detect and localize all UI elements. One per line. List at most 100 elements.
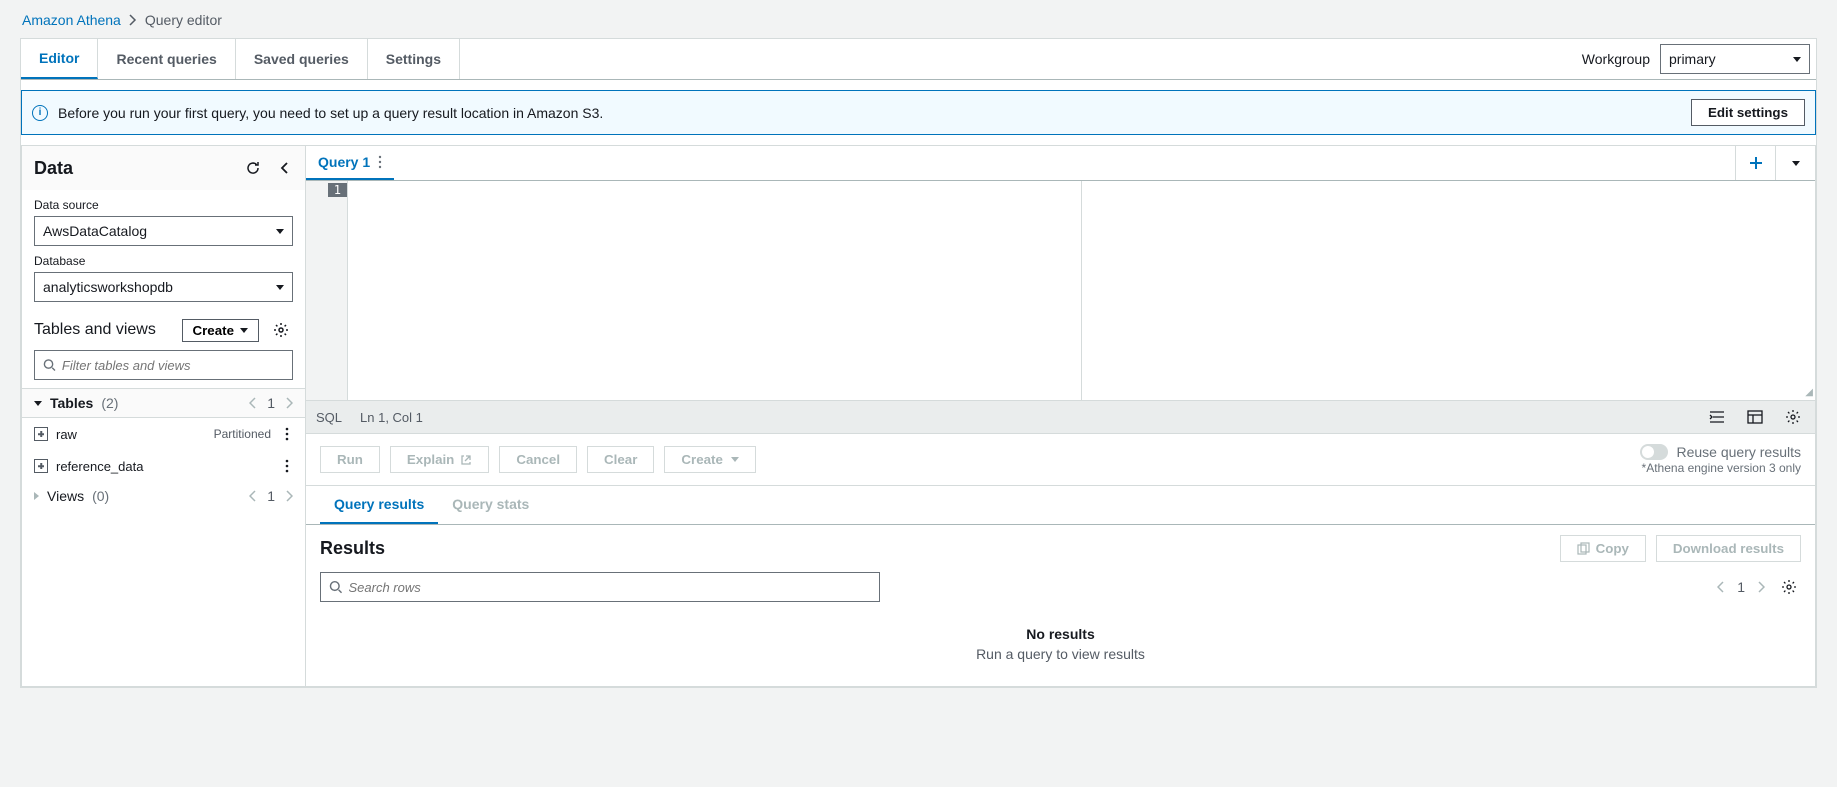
table-row[interactable]: raw Partitioned: [22, 418, 305, 450]
engine-note: *Athena engine version 3 only: [1642, 461, 1801, 475]
table-row[interactable]: reference_data: [22, 450, 305, 482]
caret-down-icon: [34, 401, 42, 406]
breadcrumb: Amazon Athena Query editor: [20, 0, 1817, 38]
collapse-sidebar-icon[interactable]: [275, 156, 293, 180]
database-label: Database: [34, 254, 293, 268]
views-count: (0): [92, 488, 109, 504]
code-editor[interactable]: 1 ◢: [306, 181, 1815, 401]
data-source-select[interactable]: AwsDataCatalog: [34, 216, 293, 246]
caret-down-icon: [276, 229, 284, 234]
workgroup-select[interactable]: primary: [1660, 44, 1810, 74]
tab-settings[interactable]: Settings: [368, 39, 460, 79]
tables-count: (2): [101, 395, 118, 411]
workgroup-value: primary: [1669, 51, 1716, 67]
kebab-icon[interactable]: [378, 155, 382, 169]
add-tab-button[interactable]: [1735, 146, 1775, 180]
chevron-left-icon[interactable]: [1717, 581, 1725, 593]
tab-overflow-button[interactable]: [1775, 146, 1815, 180]
search-icon: [329, 580, 343, 594]
tables-page: 1: [267, 395, 275, 411]
search-rows-field[interactable]: [349, 580, 872, 595]
create-button[interactable]: Create: [182, 319, 260, 342]
no-results-sub: Run a query to view results: [320, 646, 1801, 662]
refresh-icon[interactable]: [241, 156, 265, 180]
clear-button[interactable]: Clear: [587, 446, 654, 473]
main-panel: Editor Recent queries Saved queries Sett…: [20, 38, 1817, 688]
gear-icon[interactable]: [1777, 575, 1801, 599]
views-pager: 1: [249, 488, 293, 504]
kebab-icon[interactable]: [281, 455, 293, 477]
search-rows-input[interactable]: [320, 572, 880, 602]
tables-pager: 1: [249, 395, 293, 411]
tables-group[interactable]: Tables (2) 1: [22, 388, 305, 418]
editor-status-bar: SQL Ln 1, Col 1: [306, 401, 1815, 434]
workgroup-area: Workgroup primary: [1582, 44, 1816, 74]
query-tab-label: Query 1: [318, 154, 370, 170]
reuse-area: Reuse query results *Athena engine versi…: [1640, 444, 1801, 475]
download-results-button[interactable]: Download results: [1656, 535, 1801, 562]
chevron-right-icon[interactable]: [285, 490, 293, 502]
external-link-icon: [460, 454, 472, 466]
views-group[interactable]: Views (0) 1: [22, 482, 305, 510]
caret-down-icon: [276, 285, 284, 290]
caret-down-icon: [731, 457, 739, 462]
tab-saved-queries[interactable]: Saved queries: [236, 39, 368, 79]
expand-icon[interactable]: [34, 427, 48, 441]
search-icon: [43, 358, 56, 372]
resize-handle-icon[interactable]: ◢: [1805, 387, 1813, 398]
filter-tables-input[interactable]: [34, 350, 293, 380]
info-icon: i: [32, 105, 48, 121]
reuse-toggle[interactable]: [1640, 444, 1668, 460]
gear-icon[interactable]: [1781, 405, 1805, 429]
results-title: Results: [320, 538, 385, 559]
explain-label: Explain: [407, 452, 454, 467]
data-source-label: Data source: [34, 198, 293, 212]
chevron-left-icon[interactable]: [249, 397, 257, 409]
sidebar-title: Data: [34, 158, 73, 179]
action-row: Run Explain Cancel Clear Create: [306, 434, 1815, 486]
run-button[interactable]: Run: [320, 446, 380, 473]
caret-down-icon: [1792, 161, 1800, 166]
tab-query-results[interactable]: Query results: [320, 486, 438, 524]
table-name: raw: [56, 427, 77, 442]
caret-down-icon: [1793, 57, 1801, 62]
create-dropdown[interactable]: Create: [664, 446, 756, 473]
tab-query-stats[interactable]: Query stats: [438, 486, 543, 524]
sidebar-header: Data: [22, 146, 305, 190]
query-tab-1[interactable]: Query 1: [306, 146, 394, 180]
main-column: Query 1 1: [306, 146, 1815, 686]
no-results-title: No results: [320, 626, 1801, 642]
tab-editor[interactable]: Editor: [21, 39, 98, 79]
status-cursor: Ln 1, Col 1: [360, 410, 423, 425]
database-select[interactable]: analyticsworkshopdb: [34, 272, 293, 302]
kebab-icon[interactable]: [281, 423, 293, 445]
gutter-line: 1: [328, 183, 347, 197]
copy-label: Copy: [1596, 541, 1629, 556]
format-icon[interactable]: [1705, 405, 1729, 429]
explain-button[interactable]: Explain: [390, 446, 489, 473]
chevron-right-icon[interactable]: [1757, 581, 1765, 593]
tab-recent-queries[interactable]: Recent queries: [98, 39, 235, 79]
expand-icon[interactable]: [34, 459, 48, 473]
query-tabs: Query 1: [306, 146, 1815, 181]
tables-views-title: Tables and views: [34, 321, 156, 339]
alert-text: Before you run your first query, you nee…: [58, 105, 603, 121]
layout-icon[interactable]: [1743, 405, 1767, 429]
breadcrumb-root[interactable]: Amazon Athena: [22, 12, 121, 28]
results-page: 1: [1737, 579, 1745, 595]
chevron-right-icon: [129, 14, 137, 26]
workspace: Data Data source AwsDataCatalog: [21, 145, 1816, 687]
edit-settings-button[interactable]: Edit settings: [1691, 99, 1805, 126]
filter-field[interactable]: [62, 358, 284, 373]
chevron-right-icon[interactable]: [285, 397, 293, 409]
workgroup-label: Workgroup: [1582, 51, 1650, 67]
gear-icon[interactable]: [269, 318, 293, 342]
caret-down-icon: [240, 328, 248, 333]
chevron-left-icon[interactable]: [249, 490, 257, 502]
copy-button[interactable]: Copy: [1560, 535, 1646, 562]
top-bar: Editor Recent queries Saved queries Sett…: [21, 39, 1816, 80]
database-value: analyticsworkshopdb: [43, 279, 173, 295]
copy-icon: [1577, 542, 1590, 555]
plus-icon: [1749, 156, 1763, 170]
cancel-button[interactable]: Cancel: [499, 446, 577, 473]
